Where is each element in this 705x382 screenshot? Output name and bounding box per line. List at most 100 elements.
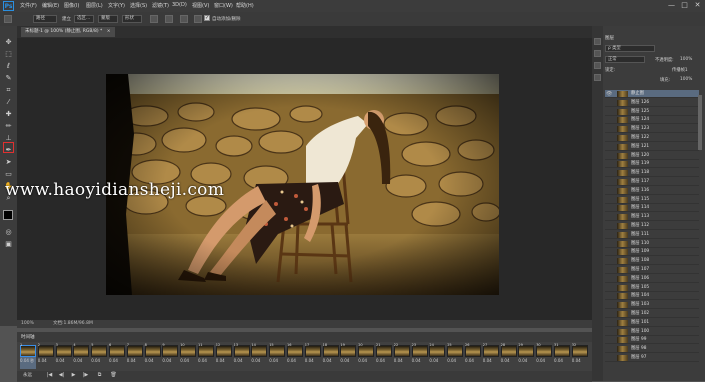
screen-mode-icon[interactable]: ▣ xyxy=(4,240,13,249)
menu-window[interactable]: 窗口(W) xyxy=(214,2,233,9)
propagate-frame-label[interactable]: 传播帧1 xyxy=(672,67,688,73)
tab-layers[interactable]: 图层 xyxy=(605,35,614,41)
menu-image[interactable]: 图像(I) xyxy=(64,2,79,9)
marquee-tool-icon[interactable]: ⬚ xyxy=(4,50,13,59)
move-tool-icon[interactable]: ✥ xyxy=(4,38,13,47)
layer-row[interactable]: 图层 101 xyxy=(605,319,699,327)
path-operations-icon[interactable] xyxy=(150,15,158,23)
timeline-title[interactable]: 时间轴 xyxy=(21,334,35,340)
layer-row[interactable]: 图层 126 xyxy=(605,99,699,107)
history-panel-icon[interactable] xyxy=(594,38,601,45)
frame-delay[interactable]: 0.04 xyxy=(376,358,385,363)
layer-row[interactable]: 图层 100 xyxy=(605,328,699,336)
auto-add-delete-checkbox[interactable]: ✓ xyxy=(204,15,210,21)
timeline-frame[interactable]: 10 0.04 xyxy=(180,343,197,369)
layer-row[interactable]: 图层 103 xyxy=(605,301,699,310)
frame-delay[interactable]: 0.04 xyxy=(198,358,207,363)
timeline-frame[interactable]: 1 0.04 秒 xyxy=(20,343,36,369)
layer-row[interactable]: 图层 108 xyxy=(605,257,699,266)
frame-delay[interactable]: 0.04 xyxy=(162,358,171,363)
timeline-frame[interactable]: 24 0.04 xyxy=(429,343,446,369)
timeline-frame[interactable]: 9 0.04 xyxy=(162,343,179,369)
frame-delay[interactable]: 0.04 xyxy=(305,358,314,363)
pen-tool-preset-icon[interactable] xyxy=(4,15,12,23)
make-selection-button[interactable]: 选区... xyxy=(74,15,94,23)
foreground-color-swatch[interactable] xyxy=(3,210,13,220)
timeline-frame[interactable]: 4 0.04 xyxy=(73,343,90,369)
menu-3d[interactable]: 3D(D) xyxy=(172,2,187,8)
brush-tool-icon[interactable]: ✏ xyxy=(4,122,13,131)
layer-row[interactable]: 图层 116 xyxy=(605,187,699,195)
frame-delay[interactable]: 0.04 xyxy=(56,358,65,363)
timeline-frame[interactable]: 29 0.04 xyxy=(518,343,535,369)
layer-row[interactable]: 图层 104 xyxy=(605,292,699,301)
layer-row[interactable]: 图层 122 xyxy=(605,134,699,142)
frame-delay[interactable]: 0.04 xyxy=(358,358,367,363)
frame-delay[interactable]: 0.04 xyxy=(554,358,563,363)
minimize-button[interactable]: — xyxy=(667,1,676,10)
path-alignment-icon[interactable] xyxy=(165,15,173,23)
restore-button[interactable]: □ xyxy=(680,1,689,10)
timeline-frame[interactable]: 22 0.04 xyxy=(393,343,410,369)
menu-type[interactable]: 文字(Y) xyxy=(108,2,125,9)
layer-row[interactable]: 图层 118 xyxy=(605,169,699,178)
frame-delay[interactable]: 0.04 xyxy=(518,358,527,363)
timeline-frame[interactable]: 32 0.04 xyxy=(571,343,588,369)
timeline-frame[interactable]: 11 0.04 xyxy=(198,343,214,369)
zoom-level[interactable]: 100% xyxy=(21,320,34,328)
layer-row[interactable]: 图层 102 xyxy=(605,310,699,318)
quick-select-tool-icon[interactable]: ✎ xyxy=(4,74,13,83)
layer-row[interactable]: 图层 111 xyxy=(605,231,699,239)
previous-frame-button[interactable]: ◀| xyxy=(58,372,65,379)
frame-delay[interactable]: 0.04 xyxy=(501,358,510,363)
menu-select[interactable]: 选择(S) xyxy=(130,2,147,9)
frame-delay[interactable]: 0.04 xyxy=(180,358,189,363)
character-panel-icon[interactable] xyxy=(594,74,601,81)
healing-brush-tool-icon[interactable]: ✚ xyxy=(4,110,13,119)
next-frame-button[interactable]: |▶ xyxy=(82,372,89,379)
play-button[interactable]: ▶ xyxy=(70,372,77,379)
duplicate-frame-icon[interactable]: ⧉ xyxy=(96,372,103,379)
lasso-tool-icon[interactable]: ℓ xyxy=(4,62,13,71)
timeline-frame[interactable]: 17 0.04 xyxy=(304,343,321,369)
layer-row[interactable]: 图层 113 xyxy=(605,213,699,222)
timeline-frame[interactable]: 26 0.04 xyxy=(465,343,481,369)
frame-delay[interactable]: 0.04 xyxy=(251,358,260,363)
frame-delay[interactable]: 0.04 xyxy=(127,358,136,363)
frame-delay[interactable]: 0.04 xyxy=(109,358,118,363)
timeline-frame[interactable]: 16 0.04 xyxy=(287,343,303,369)
brush-panel-icon[interactable] xyxy=(594,62,601,69)
frame-delay[interactable]: 0.04 xyxy=(429,358,438,363)
menu-layer[interactable]: 图层(L) xyxy=(86,2,103,9)
layer-row[interactable]: 图层 110 xyxy=(605,240,699,248)
menu-help[interactable]: 帮助(H) xyxy=(236,2,254,9)
timeline-frame[interactable]: 8 0.04 xyxy=(144,343,161,369)
timeline-frame[interactable]: 15 0.04 xyxy=(269,343,286,369)
layer-row[interactable]: 图层 112 xyxy=(605,222,699,230)
layer-row[interactable]: 图层 124 xyxy=(605,116,699,125)
delete-frame-icon[interactable]: 🗑 xyxy=(110,372,117,379)
layer-kind-filter[interactable]: ρ 类型 xyxy=(605,45,655,52)
timeline-frame[interactable]: 13 0.04 xyxy=(233,343,250,369)
make-shape-button[interactable]: 形状 xyxy=(122,15,142,23)
properties-panel-icon[interactable] xyxy=(594,50,601,57)
layer-row[interactable]: 图层 121 xyxy=(605,143,699,151)
frame-delay[interactable]: 0.04 xyxy=(572,358,581,363)
visibility-eye-icon[interactable]: 👁 xyxy=(606,90,612,98)
fill-value[interactable]: 100% xyxy=(680,77,692,82)
frame-delay[interactable]: 0.04 xyxy=(412,358,421,363)
rectangle-tool-icon[interactable]: ▭ xyxy=(4,170,13,179)
layer-row[interactable]: 图层 115 xyxy=(605,196,699,204)
timeline-frame[interactable]: 2 0.04 xyxy=(37,343,54,369)
menu-view[interactable]: 视图(V) xyxy=(192,2,209,9)
layer-row[interactable]: 图层 99 xyxy=(605,336,699,345)
document-tab[interactable]: 未标题-1 @ 100% (静止图, RGB/8) * × xyxy=(21,27,115,37)
frame-delay[interactable]: 0.04 xyxy=(287,358,296,363)
frame-delay[interactable]: 0.04 xyxy=(447,358,456,363)
make-mask-button[interactable]: 蒙版 xyxy=(98,15,118,23)
menu-file[interactable]: 文件(F) xyxy=(20,2,37,9)
frame-delay[interactable]: 0.04 xyxy=(73,358,82,363)
timeline-frame[interactable]: 23 0.04 xyxy=(411,343,428,369)
frame-delay[interactable]: 0.04 xyxy=(465,358,474,363)
close-window-button[interactable]: ✕ xyxy=(693,1,702,10)
